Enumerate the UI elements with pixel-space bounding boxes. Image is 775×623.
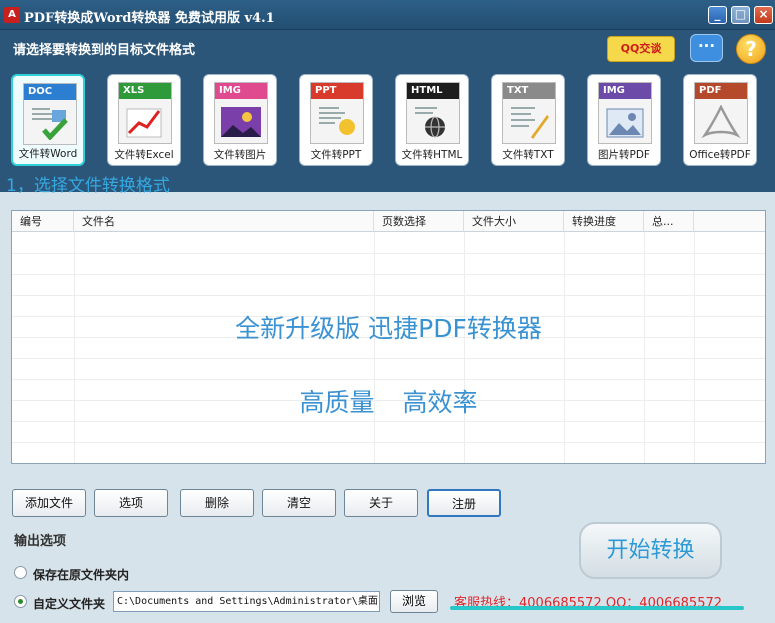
help-icon[interactable]: ? (736, 34, 766, 64)
format-to-excel[interactable]: XLS 文件转Excel (107, 74, 181, 166)
promo-headline: 全新升级版 迅捷PDF转换器 (235, 314, 542, 343)
file-list-table[interactable]: 编号 文件名 页数选择 文件大小 转换进度 总... 全新升级版 迅捷PDF转换… (11, 210, 766, 464)
output-options-title: 输出选项 (14, 534, 67, 549)
format-label: 文件转图片 (213, 149, 267, 161)
column-header-total[interactable]: 总... (644, 211, 694, 232)
xls-file-icon: XLS (118, 82, 172, 144)
row-divider (12, 274, 765, 275)
format-tag: PDF (695, 83, 747, 99)
hotline-underline (450, 606, 744, 610)
delete-button[interactable]: 删除 (180, 489, 254, 517)
format-image-to-pdf[interactable]: IMG 图片转PDF (587, 74, 661, 166)
format-label: 文件转Excel (114, 149, 174, 161)
word-doc-art (32, 108, 68, 140)
format-tag: IMG (599, 83, 651, 99)
ppt-art (319, 107, 355, 135)
ppt-file-icon: PPT (310, 82, 364, 144)
output-path-field[interactable]: C:\Documents and Settings\Administrator\… (113, 591, 380, 612)
register-button[interactable]: 注册 (427, 489, 501, 517)
row-divider (12, 358, 765, 359)
image-art (221, 107, 261, 137)
format-tag: TXT (503, 83, 555, 99)
format-to-word[interactable]: DOC 文件转Word (11, 74, 85, 166)
format-label: 文件转PPT (310, 149, 362, 161)
pdf-file-icon: PDF (694, 82, 748, 144)
table-header: 编号 文件名 页数选择 文件大小 转换进度 总... (12, 211, 765, 232)
minimize-button[interactable]: _ (708, 6, 727, 24)
img-file-icon: IMG (214, 82, 268, 144)
step-label: 1，选择文件转换格式 (6, 176, 170, 196)
globe-art (415, 107, 445, 138)
format-label: 文件转Word (18, 148, 78, 160)
column-divider (564, 232, 565, 463)
format-to-txt[interactable]: TXT 文件转TXT (491, 74, 565, 166)
column-divider (644, 232, 645, 463)
format-header: 请选择要转换到的目标文件格式 QQ交谈 ··· ? DOC 文件转Word XL… (0, 30, 775, 196)
column-divider (464, 232, 465, 463)
format-label: Office转PDF (689, 149, 751, 161)
format-to-html[interactable]: HTML 文件转HTML (395, 74, 469, 166)
column-header-progress[interactable]: 转换进度 (564, 211, 644, 232)
radio-custom-folder[interactable] (14, 595, 27, 608)
format-tag: PPT (311, 83, 363, 99)
browse-button[interactable]: 浏览 (390, 590, 438, 613)
row-divider (12, 253, 765, 254)
app-icon: A (4, 7, 20, 23)
format-prompt: 请选择要转换到的目标文件格式 (13, 43, 196, 58)
format-label: 文件转HTML (401, 149, 463, 161)
column-header-pages[interactable]: 页数选择 (374, 211, 464, 232)
acrobat-art (701, 105, 741, 139)
column-divider (374, 232, 375, 463)
row-divider (12, 379, 765, 380)
row-divider (12, 421, 765, 422)
html-file-icon: HTML (406, 82, 460, 144)
row-divider (12, 442, 765, 443)
start-convert-button[interactable]: 开始转换 (579, 522, 722, 579)
txt-file-icon: TXT (502, 82, 556, 144)
maximize-button[interactable]: □ (731, 6, 750, 24)
add-file-button[interactable]: 添加文件 (12, 489, 86, 517)
format-tag: IMG (215, 83, 267, 99)
qq-chat-button[interactable]: QQ交谈 (607, 36, 675, 62)
column-divider (74, 232, 75, 463)
format-tag: HTML (407, 83, 459, 99)
column-divider (694, 232, 695, 463)
picture-art (606, 108, 644, 138)
doc-file-icon: DOC (23, 83, 77, 145)
promo-tagline: 高质量 高效率 (299, 388, 478, 417)
column-header-size[interactable]: 文件大小 (464, 211, 564, 232)
column-header-number[interactable]: 编号 (12, 211, 74, 232)
text-pen-art (511, 107, 549, 139)
close-button[interactable]: × (754, 6, 773, 24)
custom-folder-label[interactable]: 自定义文件夹 (33, 595, 105, 612)
save-original-label[interactable]: 保存在原文件夹内 (33, 566, 129, 583)
format-tag: XLS (119, 83, 171, 99)
excel-chart-art (126, 108, 162, 138)
message-icon[interactable]: ··· (690, 34, 723, 62)
format-to-ppt[interactable]: PPT 文件转PPT (299, 74, 373, 166)
options-button[interactable]: 选项 (94, 489, 168, 517)
format-label: 图片转PDF (598, 149, 650, 161)
about-button[interactable]: 关于 (344, 489, 418, 517)
column-header-filename[interactable]: 文件名 (74, 211, 374, 232)
format-tag: DOC (24, 84, 76, 100)
title-bar: A PDF转换成Word转换器 免费试用版 v4.1 _ □ × (0, 0, 775, 30)
row-divider (12, 295, 765, 296)
format-label: 文件转TXT (502, 149, 554, 161)
clear-button[interactable]: 清空 (262, 489, 336, 517)
window-title: PDF转换成Word转换器 免费试用版 v4.1 (24, 11, 275, 26)
radio-save-original[interactable] (14, 566, 27, 579)
img-file-icon: IMG (598, 82, 652, 144)
format-office-to-pdf[interactable]: PDF Office转PDF (683, 74, 757, 166)
format-to-image[interactable]: IMG 文件转图片 (203, 74, 277, 166)
